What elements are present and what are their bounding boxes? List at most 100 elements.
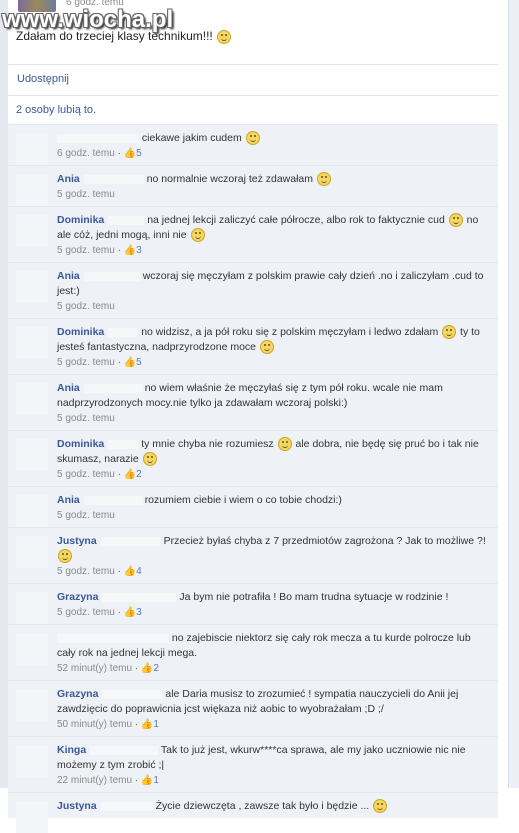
comment-timestamp[interactable]: 5 godz. temu [57, 245, 115, 256]
redacted-surname [57, 633, 169, 643]
redacted-surname [108, 439, 139, 449]
smiley-icon [142, 452, 157, 467]
comment-body: Justyna Życie dziewczęta , zawsze tak by… [57, 799, 490, 814]
commenter-avatar[interactable] [16, 495, 48, 527]
comment-author-link[interactable]: Ania [57, 382, 80, 394]
comment-item: Dominika ty mnie chyba nie rozumiesz ale… [8, 430, 498, 486]
separator-dot: · [132, 775, 141, 786]
thumbs-up-icon[interactable]: 👍 [124, 607, 136, 618]
comment-item: Dominika na jednej lekcji zaliczyć całe … [8, 206, 498, 262]
separator-dot: · [132, 663, 141, 674]
comment-timestamp[interactable]: 5 godz. temu [57, 510, 115, 521]
comment-author-link[interactable]: Dominika [57, 438, 104, 450]
thumbs-up-icon[interactable]: 👍 [124, 566, 136, 577]
comment-like-count[interactable]: 2 [153, 663, 159, 674]
comment-item: Justyna Przecież byłaś chyba z 7 przedmi… [8, 527, 498, 583]
comment-meta: 5 godz. temu [57, 187, 490, 202]
comment-timestamp[interactable]: 5 godz. temu [57, 413, 115, 424]
commenter-avatar[interactable] [16, 271, 48, 303]
commenter-avatar[interactable] [16, 689, 48, 721]
redacted-surname [108, 327, 139, 337]
redacted-surname [83, 495, 142, 505]
thumbs-up-icon[interactable]: 👍 [124, 245, 136, 256]
commenter-avatar[interactable] [16, 327, 48, 359]
commenter-avatar[interactable] [16, 592, 48, 624]
comment-like-count[interactable]: 2 [136, 469, 142, 480]
comment-timestamp[interactable]: 5 godz. temu [57, 189, 115, 200]
comment-like-count[interactable]: 1 [153, 775, 159, 786]
comment-text: no widzisz, a ja pół roku się z polskim … [141, 326, 439, 338]
commenter-avatar[interactable] [16, 745, 48, 777]
comment-timestamp[interactable]: 5 godz. temu [57, 357, 115, 368]
commenter-avatar[interactable] [16, 133, 48, 165]
post-likes-summary[interactable]: 2 osoby lubią to. [16, 104, 96, 116]
thumbs-up-icon[interactable]: 👍 [141, 663, 153, 674]
window-left-frame [0, 0, 8, 788]
commenter-avatar[interactable] [16, 383, 48, 415]
comment-timestamp[interactable]: 5 godz. temu [57, 566, 115, 577]
comment-meta: 50 minut(y) temu · 👍1 [57, 717, 490, 732]
smiley-icon [442, 325, 457, 340]
comment-author-link[interactable]: Justyna [57, 535, 97, 547]
comment-timestamp[interactable]: 5 godz. temu [57, 607, 115, 618]
commenter-avatar[interactable] [16, 215, 48, 247]
redacted-surname [83, 174, 144, 184]
comment-like-count[interactable]: 5 [136, 357, 142, 368]
comment-like-count[interactable]: 1 [153, 719, 159, 730]
share-link[interactable]: Udostępnij [17, 73, 69, 85]
comment-item: Justyna Życie dziewczęta , zawsze tak by… [8, 792, 498, 833]
comment-timestamp[interactable]: 52 minut(y) temu [57, 663, 132, 674]
comment-body: Kinga Tak to już jest, wkurw****ca spraw… [57, 743, 490, 773]
commenter-avatar[interactable] [16, 536, 48, 568]
commenter-avatar[interactable] [16, 633, 48, 665]
thumbs-up-icon[interactable]: 👍 [141, 719, 153, 730]
comment-item: Grazyna Ja bym nie potrafiła ! Bo mam tr… [8, 583, 498, 624]
window-scrollbar[interactable] [508, 0, 519, 788]
comment-meta: 5 godz. temu [57, 508, 490, 523]
comment-author-link[interactable]: Ania [57, 173, 80, 185]
comment-author-link[interactable]: Ania [57, 270, 80, 282]
thumbs-up-icon[interactable]: 👍 [124, 357, 136, 368]
comment-timestamp[interactable]: 22 minut(y) temu [57, 775, 132, 786]
separator-dot: · [114, 566, 124, 577]
comment-item: Grazyna ale Daria musisz to zrozumieć ! … [8, 680, 498, 736]
comment-item: Ania wczoraj się męczyłam z polskim praw… [8, 262, 498, 318]
comment-text: rozumiem ciebie i wiem o co tobie chodzi… [144, 494, 342, 506]
comment-body: Grazyna Ja bym nie potrafiła ! Bo mam tr… [57, 590, 490, 605]
comment-like-count[interactable]: 3 [136, 607, 142, 618]
separator-dot: · [114, 357, 124, 368]
thumbs-up-icon[interactable]: 👍 [141, 775, 153, 786]
redacted-surname [83, 271, 140, 281]
comment-item: ciekawe jakim cudem 6 godz. temu · 👍5 [8, 124, 498, 165]
comment-like-count[interactable]: 5 [136, 148, 142, 159]
smiley-icon [373, 799, 388, 814]
commenter-avatar[interactable] [16, 174, 48, 206]
comment-timestamp[interactable]: 5 godz. temu [57, 301, 115, 312]
comment-body: Dominika na jednej lekcji zaliczyć całe … [57, 213, 490, 243]
smiley-icon [190, 228, 205, 243]
comment-author-link[interactable]: Dominika [57, 326, 104, 338]
smiley-icon [277, 437, 292, 452]
thumbs-up-icon[interactable]: 👍 [124, 469, 136, 480]
smiley-icon [217, 29, 232, 44]
commenter-avatar[interactable] [16, 439, 48, 471]
comment-timestamp[interactable]: 6 godz. temu [57, 148, 115, 159]
comment-text: na jednej lekcji zaliczyć całe półrocze,… [147, 214, 445, 226]
thumbs-up-icon[interactable]: 👍 [124, 148, 136, 159]
comment-author-link[interactable]: Grazyna [57, 688, 98, 700]
commenter-avatar[interactable] [16, 801, 48, 833]
comment-author-link[interactable]: Grazyna [57, 591, 98, 603]
comment-author-link[interactable]: Kinga [57, 744, 86, 756]
comment-list: ciekawe jakim cudem 6 godz. temu · 👍5 Ani… [8, 124, 498, 833]
separator-dot: · [114, 607, 124, 618]
comment-like-count[interactable]: 4 [136, 566, 142, 577]
comment-like-count[interactable]: 3 [136, 245, 142, 256]
comment-item: Ania no wiem właśnie że męczyłaś się z t… [8, 374, 498, 430]
comment-author-link[interactable]: Dominika [57, 214, 104, 226]
comment-author-link[interactable]: Ania [57, 494, 80, 506]
redacted-surname [83, 383, 142, 393]
comment-author-link[interactable]: Justyna [57, 800, 97, 812]
watermark-logo: www.wiocha.pl [2, 6, 174, 33]
comment-timestamp[interactable]: 5 godz. temu [57, 469, 115, 480]
comment-timestamp[interactable]: 50 minut(y) temu [57, 719, 132, 730]
